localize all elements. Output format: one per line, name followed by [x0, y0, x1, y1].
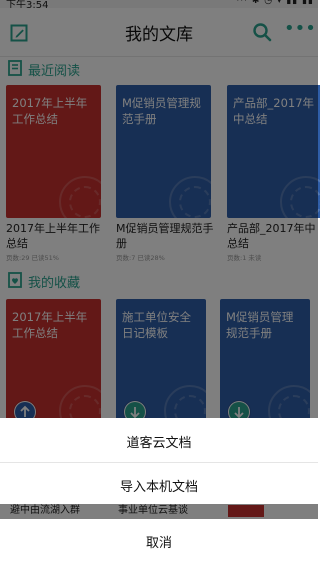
cancel-button[interactable]: 取消 — [0, 532, 318, 551]
action-sheet: 道客云文档 导入本机文档 — [0, 418, 318, 504]
doc88-cloud-option[interactable]: 道客云文档 — [0, 432, 318, 451]
cancel-sheet: 取消 — [0, 519, 318, 562]
library-screen: 下午3:54 ··· ✱ ◷ ▾ ▮▮ ▮▮ 我的文库 ••• 最近阅读 201… — [0, 0, 320, 562]
divider — [0, 462, 318, 463]
import-local-option[interactable]: 导入本机文档 — [0, 476, 318, 495]
